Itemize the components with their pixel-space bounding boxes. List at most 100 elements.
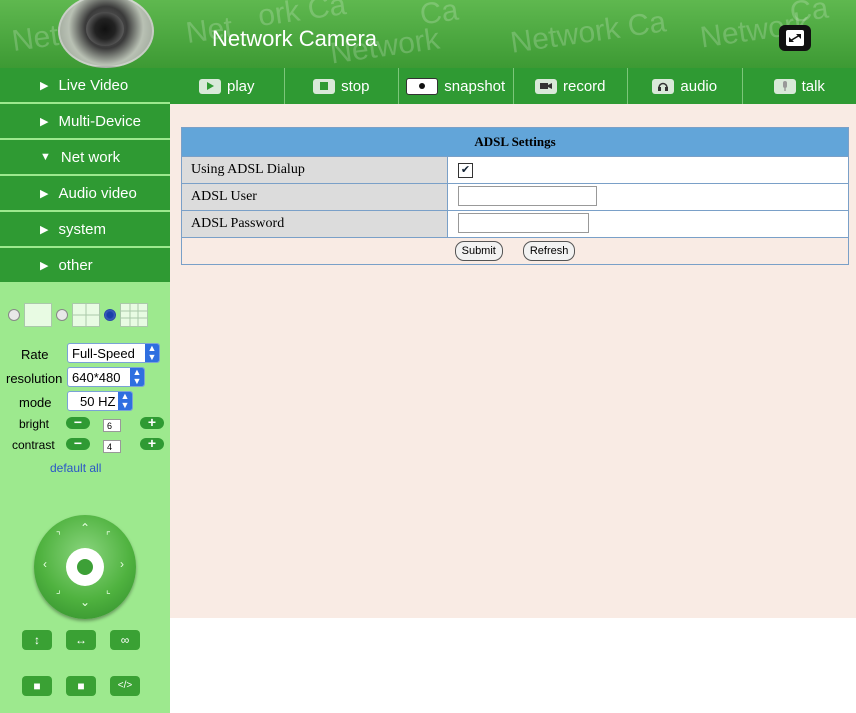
- watermark: Network Ca: [508, 5, 669, 60]
- talk-label: talk: [801, 77, 825, 95]
- nav-label: Audio video: [58, 184, 137, 202]
- infinity-icon: ∞: [120, 633, 130, 647]
- stop-icon: [313, 78, 336, 94]
- caret-right-icon: ▶: [40, 79, 49, 92]
- record-icon: [534, 78, 557, 94]
- pan-down-icon[interactable]: ⌄: [80, 595, 90, 609]
- bright-label: bright: [19, 417, 50, 431]
- mode-value: 50 HZ: [80, 394, 116, 409]
- watermark: Net: [9, 18, 61, 59]
- mode-select[interactable]: 50 HZ ▲ ▼: [67, 391, 133, 411]
- horizontal-arrows-icon: ↔: [75, 633, 87, 647]
- default-all-link[interactable]: default all: [50, 461, 101, 475]
- ptz-center-button[interactable]: [66, 548, 104, 586]
- main-content: ADSL Settings Using ADSL Dialup ✔ ADSL U…: [170, 104, 856, 618]
- pan-up-left-icon[interactable]: ⌝: [56, 531, 61, 542]
- pan-down-right-icon[interactable]: ⌞: [106, 585, 111, 596]
- nine-view-icon: [120, 303, 148, 327]
- resolution-select[interactable]: 640*480 ▲ ▼: [67, 367, 145, 387]
- contrast-decrease-button[interactable]: −: [66, 436, 90, 450]
- nav-audio-video[interactable]: ▶ Audio video: [0, 176, 170, 210]
- adsl-password-input[interactable]: [458, 213, 589, 233]
- nav-multi-device[interactable]: ▶ Multi-Device: [0, 104, 170, 138]
- form-actions: Submit Refresh: [182, 237, 848, 264]
- audio-icon: [652, 78, 675, 94]
- watermark: Ca: [417, 0, 461, 32]
- using-adsl-dialup-label: Using ADSL Dialup: [182, 157, 448, 183]
- pan-down-left-icon[interactable]: ⌟: [56, 585, 61, 596]
- rate-value: Full-Speed: [72, 346, 135, 361]
- rate-select[interactable]: Full-Speed ▲ ▼: [67, 343, 160, 363]
- infinite-patrol-button[interactable]: ∞: [110, 630, 140, 650]
- single-view-icon: [24, 303, 52, 327]
- square-icon: ■: [77, 679, 85, 693]
- play-button[interactable]: play: [170, 68, 285, 104]
- audio-label: audio: [680, 77, 718, 95]
- quad-view-icon: [72, 303, 100, 327]
- bright-increase-button[interactable]: +: [140, 415, 164, 429]
- caret-right-icon: ▶: [40, 187, 49, 200]
- resolution-value: 640*480: [72, 370, 121, 385]
- app-header: Net Net ork Ca Network Ca Network Ca Net…: [0, 0, 856, 68]
- record-button[interactable]: record: [514, 68, 628, 104]
- contrast-label: contrast: [12, 438, 55, 452]
- square-icon: ■: [33, 679, 41, 693]
- pan-left-icon[interactable]: ‹: [43, 557, 47, 571]
- nav-network[interactable]: ▼ Net work: [0, 140, 170, 174]
- mode-label: mode: [19, 395, 52, 410]
- audio-button[interactable]: audio: [628, 68, 743, 104]
- form-row: ADSL User: [182, 183, 848, 210]
- snapshot-label: snapshot: [444, 77, 506, 95]
- layout-selector: [0, 299, 170, 331]
- stop-button[interactable]: stop: [285, 68, 399, 104]
- panel-title: ADSL Settings: [182, 128, 848, 156]
- spinner-icon: ▲ ▼: [145, 344, 159, 362]
- nav-system[interactable]: ▶ system: [0, 212, 170, 246]
- nav-label: other: [58, 256, 93, 274]
- layout-9-radio[interactable]: [104, 309, 116, 321]
- spinner-icon: ▲ ▼: [130, 368, 144, 386]
- vertical-patrol-button[interactable]: ↕: [22, 630, 52, 650]
- bright-decrease-button[interactable]: −: [66, 415, 90, 429]
- pan-up-icon[interactable]: ⌃: [80, 521, 90, 535]
- caret-right-icon: ▶: [40, 259, 49, 272]
- contrast-value: 4: [103, 440, 121, 453]
- fullscreen-button[interactable]: [779, 25, 811, 51]
- stop-label: stop: [341, 77, 370, 95]
- talk-button[interactable]: talk: [743, 68, 856, 104]
- nav-label: system: [58, 220, 106, 238]
- record-label: record: [562, 77, 606, 95]
- code-button[interactable]: </>: [110, 676, 140, 696]
- contrast-increase-button[interactable]: +: [140, 436, 164, 450]
- nav-label: Multi-Device: [58, 112, 141, 130]
- nav-other[interactable]: ▶ other: [0, 248, 170, 282]
- rate-label: Rate: [21, 347, 49, 362]
- form-value-cell: ✔: [448, 157, 848, 183]
- app-title: Network Camera: [212, 26, 378, 51]
- adsl-password-label: ADSL Password: [182, 211, 448, 237]
- talk-icon: [773, 78, 796, 94]
- layout-4-radio[interactable]: [56, 309, 68, 321]
- snapshot-icon: [406, 77, 439, 95]
- vertical-arrows-icon: ↕: [34, 633, 40, 647]
- adsl-user-input[interactable]: [458, 186, 597, 206]
- horizontal-patrol-button[interactable]: ↔: [66, 630, 96, 650]
- play-icon: [198, 78, 221, 94]
- stop-patrol-button[interactable]: ■: [22, 676, 52, 696]
- form-value-cell: [448, 211, 848, 237]
- layout-1-radio[interactable]: [8, 309, 20, 321]
- pan-up-right-icon[interactable]: ⌜: [106, 531, 111, 542]
- stop-horizontal-button[interactable]: ■: [66, 676, 96, 696]
- video-toolbar: play stop snapshot record audio talk: [170, 68, 856, 104]
- nav-live-video[interactable]: ▶ Live Video: [0, 68, 170, 102]
- snapshot-button[interactable]: snapshot: [399, 68, 514, 104]
- form-row: ADSL Password: [182, 210, 848, 237]
- pan-right-icon[interactable]: ›: [120, 557, 124, 571]
- submit-button[interactable]: Submit: [454, 241, 503, 261]
- using-adsl-dialup-checkbox[interactable]: ✔: [458, 163, 473, 178]
- form-value-cell: [448, 184, 848, 210]
- adsl-user-label: ADSL User: [182, 184, 448, 210]
- ptz-control[interactable]: ⌃ ⌄ ‹ › ⌝ ⌜ ⌟ ⌞: [34, 515, 136, 619]
- code-icon: </>: [117, 680, 133, 691]
- refresh-button[interactable]: Refresh: [522, 241, 576, 261]
